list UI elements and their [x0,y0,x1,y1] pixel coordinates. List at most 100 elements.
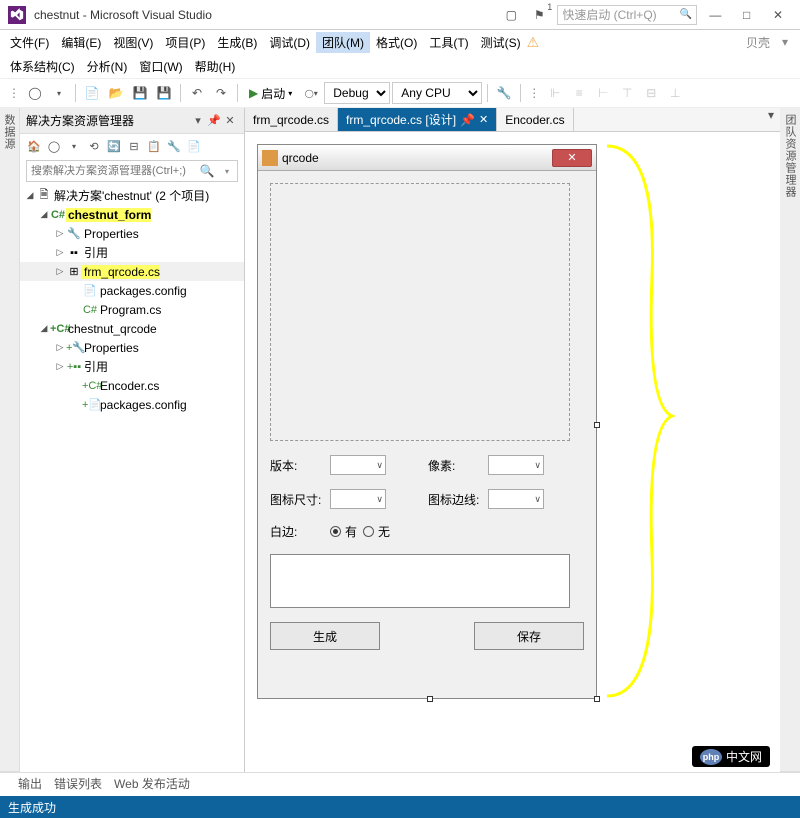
editor-tabs: frm_qrcode.cs frm_qrcode.cs [设计] 📌 ✕ Enc… [245,108,780,132]
menu-team[interactable]: 团队(M) [316,32,370,53]
align-center-button: ≡ [568,82,590,104]
notification-user[interactable]: 贝壳 [734,34,782,51]
watermark: php 中文网 [692,746,770,767]
warning-icon[interactable]: ⚠ [527,34,540,51]
menu-project[interactable]: 项目(P) [159,32,211,53]
back-button[interactable]: ◯ [24,82,46,104]
sync-icon[interactable]: ⟲ [86,138,102,154]
tree-project-1[interactable]: ◢C# chestnut_form [20,205,244,224]
save-button[interactable]: 💾 [129,82,151,104]
left-tab-datasources[interactable]: 数据源 [0,108,19,772]
picture-box[interactable] [270,183,570,441]
design-form[interactable]: qrcode ✕ 版本: ∨ 像素: ∨ 图标尺寸: ∨ [257,144,597,699]
php-logo-icon: php [700,749,722,765]
tree-item[interactable]: ▷+▪▪ 引用 [20,357,244,376]
combo-icon-border[interactable]: ∨ [488,489,544,509]
open-button[interactable]: 📂 [105,82,127,104]
feedback-icon[interactable]: ▢ [497,4,525,26]
radio-yes[interactable]: 有 [330,523,357,540]
menu-architecture[interactable]: 体系结构(C) [4,56,81,77]
explorer-dropdown-icon[interactable]: ▾ [190,114,206,127]
config-select[interactable]: Debug [324,82,390,104]
main-menu-2: 体系结构(C) 分析(N) 窗口(W) 帮助(H) [0,54,800,78]
tab-overflow-icon[interactable]: ▾ [762,108,780,131]
right-tab-team[interactable]: 团队资源管理器 [780,108,800,772]
combo-version[interactable]: ∨ [330,455,386,475]
notifications-flag-icon[interactable]: ⚑1 [525,4,553,26]
tree-item[interactable]: +C# Encoder.cs [20,376,244,395]
tree-item[interactable]: 📄 packages.config [20,281,244,300]
tree-item[interactable]: ▷🔧 Properties [20,224,244,243]
text-input[interactable] [270,554,570,608]
left-tool-tabs: 数据源 工具箱 服务器资源管理器 SQL Server 对象资源管理器 [0,108,20,772]
minimize-button[interactable]: — [701,8,729,22]
menu-view[interactable]: 视图(V) [107,32,159,53]
show-all-icon[interactable]: 📋 [146,138,162,154]
search-drop-icon[interactable]: ▾ [217,167,237,176]
tree-project-2[interactable]: ◢+C# chestnut_qrcode [20,319,244,338]
save-all-button[interactable]: 💾 [153,82,175,104]
properties-icon[interactable]: 🔧 [166,138,182,154]
menu-test[interactable]: 测试(S) [475,32,527,53]
platform-select[interactable]: Any CPU [392,82,482,104]
combo-icon-size[interactable]: ∨ [330,489,386,509]
menu-edit[interactable]: 编辑(E) [55,32,107,53]
pin-icon[interactable]: 📌 [460,113,475,127]
resize-handle[interactable] [427,696,433,702]
start-debug-button[interactable]: ▶ 启动 ▾ [243,82,298,104]
tab-close-icon[interactable]: ✕ [479,113,488,126]
explorer-search-input[interactable] [27,165,197,177]
collapse-icon[interactable]: ⊟ [126,138,142,154]
user-dropdown-icon[interactable]: ▾ [782,35,796,49]
explorer-pin-icon[interactable]: 📌 [206,114,222,127]
browser-select[interactable]: ◯▾ [300,82,322,104]
back-icon[interactable]: ◯ [46,138,62,154]
explorer-close-icon[interactable]: ✕ [222,114,238,127]
resize-handle[interactable] [594,422,600,428]
editor-tab[interactable]: frm_qrcode.cs [245,108,338,131]
tree-item[interactable]: C# Program.cs [20,300,244,319]
maximize-button[interactable]: □ [733,8,761,22]
tab-web-publish[interactable]: Web 发布活动 [114,775,190,794]
toolbar-handle-2: ⋮ [526,86,542,100]
forward-button[interactable]: ▾ [48,82,70,104]
generate-button[interactable]: 生成 [270,622,380,650]
save-button[interactable]: 保存 [474,622,584,650]
menu-format[interactable]: 格式(O) [370,32,423,53]
redo-button[interactable]: ↷ [210,82,232,104]
tree-item[interactable]: +📄 packages.config [20,395,244,414]
form-title: qrcode [282,151,552,165]
home-icon[interactable]: 🏠 [26,138,42,154]
editor-tab[interactable]: Encoder.cs [497,108,573,131]
preview-icon[interactable]: 📄 [186,138,202,154]
refresh-icon[interactable]: 🔄 [106,138,122,154]
radio-no[interactable]: 无 [363,523,390,540]
tab-errors[interactable]: 错误列表 [54,775,102,794]
new-project-button[interactable]: 📄 [81,82,103,104]
close-button[interactable]: ✕ [764,8,792,22]
menu-analyze[interactable]: 分析(N) [81,56,134,77]
editor-tab-active[interactable]: frm_qrcode.cs [设计] 📌 ✕ [338,108,497,131]
menu-help[interactable]: 帮助(H) [189,56,242,77]
tab-output[interactable]: 输出 [18,775,42,794]
form-close-button: ✕ [552,149,592,167]
menu-window[interactable]: 窗口(W) [133,56,188,77]
tree-item[interactable]: ▷+🔧 Properties [20,338,244,357]
combo-pixel[interactable]: ∨ [488,455,544,475]
tree-item-selected[interactable]: ▷⊞ frm_qrcode.cs [20,262,244,281]
resize-handle[interactable] [594,696,600,702]
tree-solution[interactable]: ◢🗎 解决方案'chestnut' (2 个项目) [20,186,244,205]
menu-tools[interactable]: 工具(T) [423,32,474,53]
solution-tree: ◢🗎 解决方案'chestnut' (2 个项目) ◢C# chestnut_f… [20,184,244,416]
tree-item[interactable]: ▷▪▪ 引用 [20,243,244,262]
menu-file[interactable]: 文件(F) [4,32,55,53]
bottom-tool-tabs: 输出 错误列表 Web 发布活动 [0,772,800,796]
form-designer-canvas[interactable]: qrcode ✕ 版本: ∨ 像素: ∨ 图标尺寸: ∨ [245,132,780,772]
menu-build[interactable]: 生成(B) [211,32,263,53]
menu-debug[interactable]: 调试(D) [263,32,316,53]
explorer-search[interactable]: 🔍 ▾ [26,160,238,182]
undo-button[interactable]: ↶ [186,82,208,104]
extension-button[interactable]: 🔧 [493,82,515,104]
align-middle-button: ⊟ [640,82,662,104]
quick-launch-input[interactable]: 快速启动 (Ctrl+Q) 🔍 [557,5,697,25]
